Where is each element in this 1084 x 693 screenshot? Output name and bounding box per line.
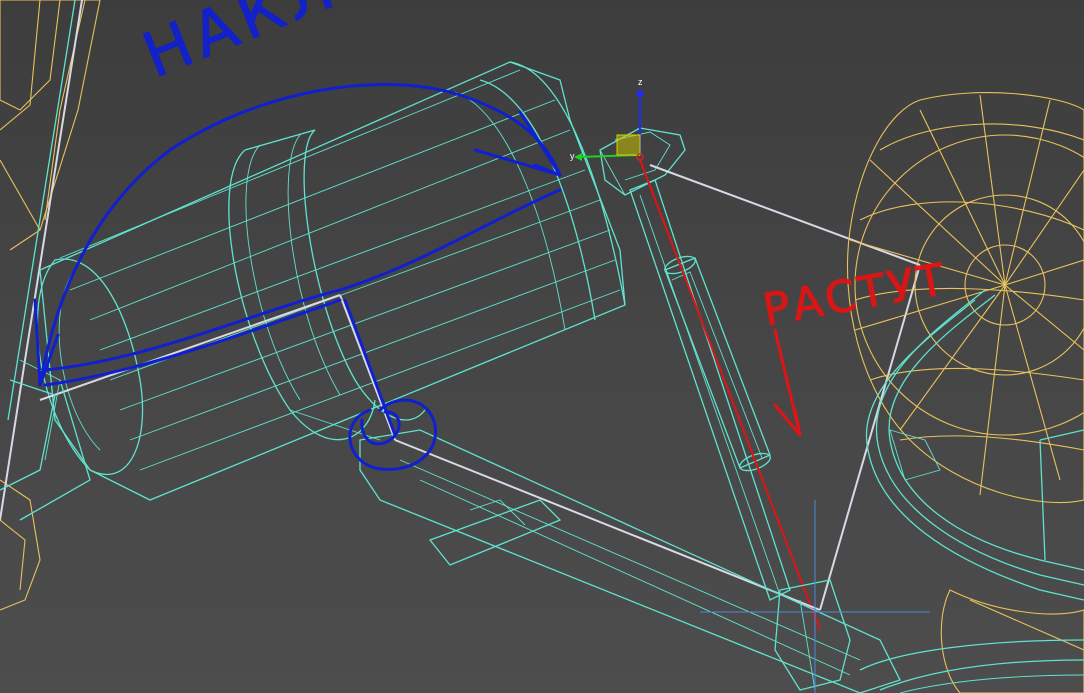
gizmo-y-label: y [570, 151, 575, 161]
transform-gizmo-icon[interactable] [574, 88, 644, 161]
piston-cylinder[interactable] [36, 61, 626, 501]
wireframe-scene[interactable] [0, 0, 1084, 693]
red-grow-annotation [773, 328, 802, 437]
3d-viewport[interactable]: z y НАКЛОН РАСТУТ [0, 0, 1084, 693]
right-curved-pipe[interactable] [859, 289, 1084, 693]
lower-arm[interactable] [359, 429, 901, 693]
left-yellow-helper[interactable] [0, 0, 101, 611]
selected-bone-line[interactable] [639, 159, 821, 631]
pivot-crosshair[interactable] [700, 500, 930, 693]
gizmo-z-label: z [638, 77, 643, 87]
